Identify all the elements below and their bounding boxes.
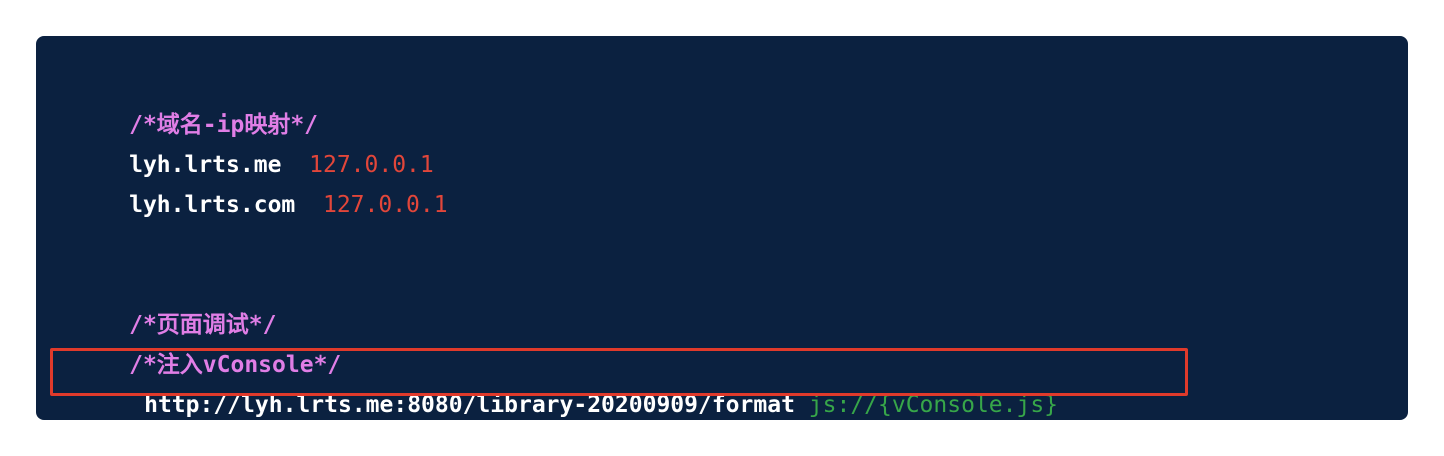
highlight-annotation-box xyxy=(50,348,1188,396)
mapping-line-1[interactable]: lyh.lrts.me 127.0.0.1 xyxy=(46,114,434,178)
comment-inject-vconsole: /*注入vConsole*/ xyxy=(46,314,341,378)
hostname: lyh.lrts.com xyxy=(129,192,296,218)
code-editor-panel: /*域名-ip映射*/ lyh.lrts.me 127.0.0.1 lyh.lr… xyxy=(36,36,1408,420)
comment-page-debug: /*页面调试*/ xyxy=(46,274,276,338)
mapping-line-2[interactable]: lyh.lrts.com 127.0.0.1 xyxy=(46,154,448,218)
comment-domain-ip-mapping: /*域名-ip映射*/ xyxy=(46,74,318,138)
separator xyxy=(295,192,323,218)
ip-address: 127.0.0.1 xyxy=(322,192,448,218)
code-content: /*域名-ip映射*/ lyh.lrts.me 127.0.0.1 lyh.lr… xyxy=(46,36,1058,418)
